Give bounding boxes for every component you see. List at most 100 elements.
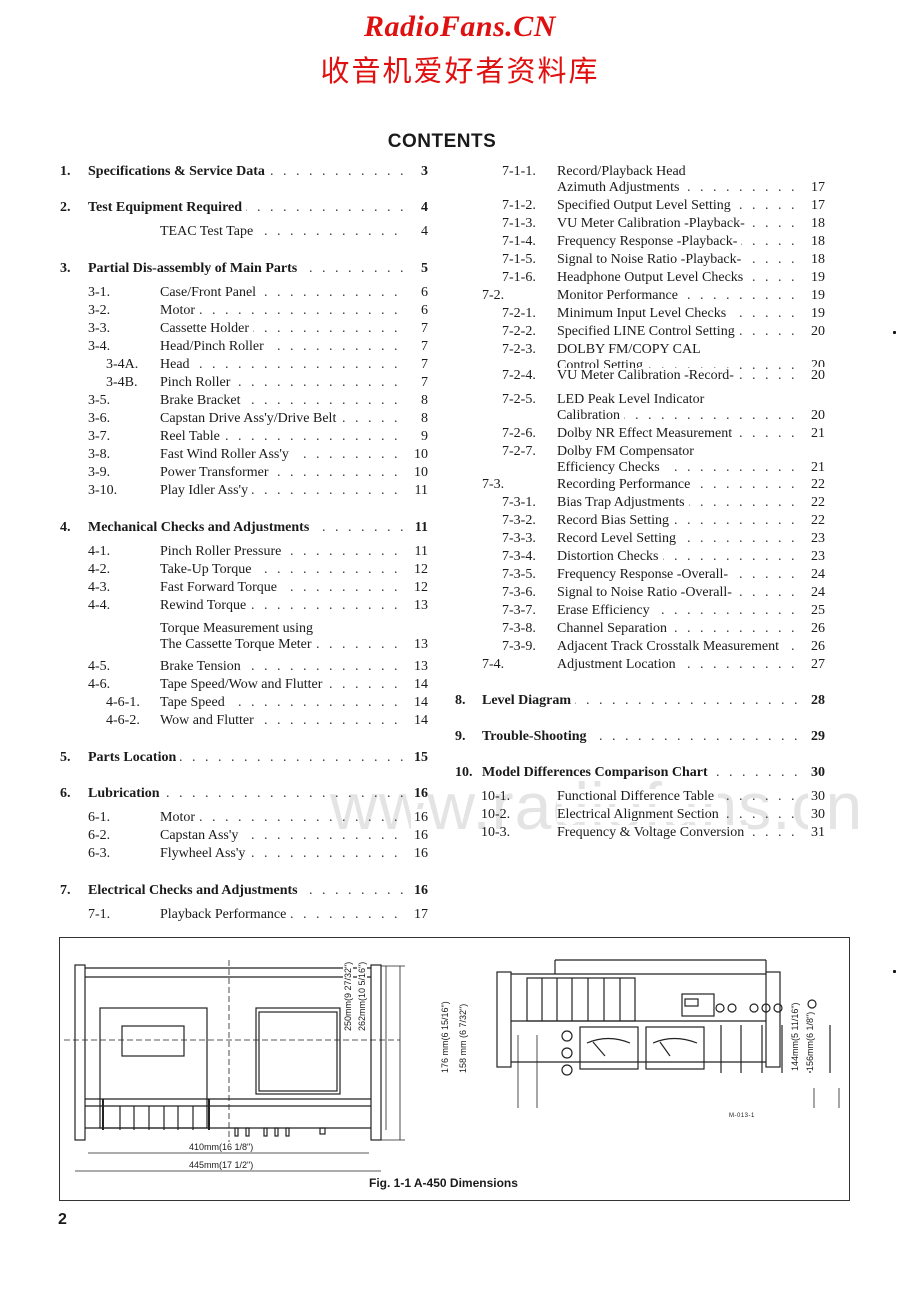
toc-entry[interactable]: 4-5. Brake Tension. . . . . . . . . . . .… [60, 658, 428, 676]
toc-entry-title: Power Transformer [160, 465, 273, 480]
toc-entry-number: 4-1. [88, 544, 111, 559]
toc-entry[interactable]: 6-1. Motor. . . . . . . . . . . . . . . .… [60, 809, 428, 827]
toc-entry[interactable]: 4-2. Take-Up Torque. . . . . . . . . . . … [60, 561, 428, 579]
toc-entry[interactable]: 7-1-6. Headphone Output Level Checks. . .… [482, 269, 825, 287]
toc-entry[interactable]: 5. Parts Location. . . . . . . . . . . . … [60, 749, 428, 767]
toc-entry[interactable]: 3-9. Power Transformer. . . . . . . . . .… [60, 464, 428, 482]
toc-entry[interactable]: 3-10. Play Idler Ass'y. . . . . . . . . .… [60, 482, 428, 500]
toc-entry[interactable]: 3-4. Head/Pinch Roller. . . . . . . . . .… [60, 338, 428, 356]
toc-entry[interactable]: 7-3-4. Distortion Checks. . . . . . . . .… [482, 548, 825, 566]
toc-entry[interactable]: 3-7. Reel Table. . . . . . . . . . . . . … [60, 428, 428, 446]
toc-entry[interactable]: 7. Electrical Checks and Adjustments. . .… [60, 882, 428, 900]
toc-entry-page: 22 [808, 476, 825, 494]
toc-entry[interactable]: 10-3. Frequency & Voltage Conversion. . .… [481, 824, 825, 842]
toc-entry-page: 16 [411, 845, 428, 863]
toc-entry[interactable]: 7-2-2. Specified LINE Control Setting. . … [482, 323, 825, 341]
toc-entry-number: 10-2. [481, 807, 511, 822]
toc-entry[interactable]: 8. Level Diagram. . . . . . . . . . . . .… [455, 692, 825, 710]
toc-entry[interactable]: 4-1. Pinch Roller Pressure. . . . . . . .… [60, 543, 428, 561]
toc-entry[interactable]: 9. Trouble-Shooting. . . . . . . . . . . … [455, 728, 825, 746]
toc-entry-title: Erase Efficiency [557, 603, 654, 618]
toc-entry[interactable]: 3-2. Motor. . . . . . . . . . . . . . . .… [60, 302, 428, 320]
toc-entry[interactable]: 7-3-6. Signal to Noise Ratio -Overall-. .… [482, 584, 825, 602]
toc-entry-number: 3-7. [88, 429, 111, 444]
toc-entry-title: Minimum Input Level Checks [557, 306, 731, 321]
toc-entry[interactable]: 3-1. Case/Front Panel. . . . . . . . . . … [60, 284, 428, 302]
toc-entry-number: 4-2. [88, 562, 111, 577]
toc-entry[interactable]: 7-3-7. Erase Efficiency. . . . . . . . . … [482, 602, 825, 620]
toc-entry[interactable]: 7-3-5. Frequency Response -Overall-. . . … [482, 566, 825, 584]
toc-entry-number: 4-3. [88, 580, 111, 595]
toc-entry[interactable]: 7-3-2. Record Bias Setting. . . . . . . .… [482, 512, 825, 530]
toc-entry-number: 3-4. [88, 339, 111, 354]
toc-entry[interactable]: 7-1-5. Signal to Noise Ratio -Playback-. … [482, 251, 825, 269]
toc-entry[interactable]: 3-5. Brake Bracket. . . . . . . . . . . .… [60, 392, 428, 410]
toc-entry[interactable]: 3-4B. Pinch Roller. . . . . . . . . . . .… [60, 374, 428, 392]
toc-entry[interactable]: 7-3. Recording Performance. . . . . . . .… [482, 476, 825, 494]
toc-entry-number: 7-3-4. [502, 549, 536, 564]
toc-entry[interactable]: 4-4. Rewind Torque. . . . . . . . . . . .… [60, 597, 428, 615]
toc-entry-title: Motor [160, 810, 199, 825]
toc-entry-page: 14 [411, 676, 428, 694]
toc-entry-number: 7-3-9. [502, 639, 536, 654]
toc-entry[interactable]: 6-2. Capstan Ass'y. . . . . . . . . . . .… [60, 827, 428, 845]
toc-entry[interactable]: 4-6. Tape Speed/Wow and Flutter. . . . . … [60, 676, 428, 694]
toc-entry-number: 3-3. [88, 321, 111, 336]
toc-entry[interactable]: 6. Lubrication. . . . . . . . . . . . . .… [60, 785, 428, 803]
toc-entry-title: Signal to Noise Ratio -Playback- [557, 252, 746, 267]
toc-entry[interactable]: 4. Mechanical Checks and Adjustments. . .… [60, 519, 428, 537]
toc-entry[interactable]: 7-2-7. Dolby FM Compensator Efficiency Che… [482, 443, 825, 477]
toc-entry[interactable]: 1. Specifications & Service Data. . . . .… [60, 163, 428, 181]
toc-entry-number: 7-1-1. [502, 164, 536, 179]
toc-entry[interactable]: 7-3-8. Channel Separation. . . . . . . . … [482, 620, 825, 638]
toc-entry-page: 4 [418, 223, 428, 241]
toc-entry-title: Adjacent Track Crosstalk Measurement [557, 639, 784, 654]
toc-entry[interactable]: 10-2. Electrical Alignment Section. . . .… [481, 806, 825, 824]
toc-entry-title: Signal to Noise Ratio -Overall- [557, 585, 736, 600]
toc-entry[interactable]: 3-3. Cassette Holder. . . . . . . . . . .… [60, 320, 428, 338]
toc-entry[interactable]: 3-6. Capstan Drive Ass'y/Drive Belt. . . … [60, 410, 428, 428]
toc-entry-title: Distortion Checks [557, 549, 663, 564]
toc-entry-page: 31 [808, 824, 825, 842]
toc-entry[interactable]: 7-2-1. Minimum Input Level Checks. . . . … [482, 305, 825, 323]
toc-entry[interactable]: 7-1. Playback Performance. . . . . . . . … [60, 906, 428, 924]
toc-entry[interactable]: Torque Measurement using The Cassette Tor… [60, 620, 428, 654]
toc-entry[interactable]: 4-6-2. Wow and Flutter. . . . . . . . . .… [60, 712, 428, 730]
toc-entry-number: 7-2-7. [502, 444, 536, 459]
toc-entry[interactable]: 4-3. Fast Forward Torque. . . . . . . . .… [60, 579, 428, 597]
toc-entry[interactable]: 3. Partial Dis-assembly of Main Parts. . … [60, 260, 428, 278]
toc-entry[interactable]: 7-2. Monitor Performance. . . . . . . . .… [482, 287, 825, 305]
toc-entry-title: Playback Performance [160, 907, 291, 922]
toc-entry-title: Tape Speed/Wow and Flutter [160, 677, 327, 692]
height-right-outer-label: 156mm(6 1/8") [805, 1011, 815, 1071]
toc-entry[interactable]: 10. Model Differences Comparison Chart. .… [455, 764, 825, 782]
toc-entry[interactable]: 10-1. Functional Difference Table. . . . … [481, 788, 825, 806]
toc-entry-number: 6-2. [88, 828, 111, 843]
toc-entry[interactable]: 3-8. Fast Wind Roller Ass'y. . . . . . . … [60, 446, 428, 464]
toc-entry[interactable]: TEAC Test Tape. . . . . . . . . . . . . … [60, 223, 428, 241]
toc-entry[interactable]: 7-1-1. Record/Playback Head Azimuth Adjust… [482, 163, 825, 197]
top-view-drawing [64, 960, 405, 1172]
toc-entry[interactable]: 7-1-4. Frequency Response -Playback-. . .… [482, 233, 825, 251]
toc-entry[interactable]: 4-6-1. Tape Speed. . . . . . . . . . . . … [60, 694, 428, 712]
toc-entry[interactable]: 7-3-9. Adjacent Track Crosstalk Measureme… [482, 638, 825, 656]
toc-entry[interactable]: 7-2-4. VU Meter Calibration -Record-. . .… [482, 367, 825, 385]
toc-entry[interactable]: 7-4. Adjustment Location. . . . . . . . .… [482, 656, 825, 674]
toc-entry-number: 7-2-2. [502, 324, 536, 339]
toc-leader-dots: . . . . . . . . . . . . . . . . . . . . … [160, 357, 406, 372]
toc-entry[interactable]: 7-1-2. Specified Output Level Setting. . … [482, 197, 825, 215]
toc-entry[interactable]: 2. Test Equipment Required. . . . . . . .… [60, 199, 428, 217]
toc-entry[interactable]: 3-4A. Head. . . . . . . . . . . . . . . .… [60, 356, 428, 374]
toc-entry[interactable]: 7-1-3. VU Meter Calibration -Playback-. .… [482, 215, 825, 233]
toc-entry[interactable]: 7-2-6. Dolby NR Effect Measurement. . . .… [482, 425, 825, 443]
toc-entry[interactable]: 7-3-1. Bias Trap Adjustments. . . . . . .… [482, 494, 825, 512]
toc-entry-number: 7-3. [482, 477, 505, 492]
toc-entry[interactable]: 7-3-3. Record Level Setting. . . . . . . … [482, 530, 825, 548]
toc-entry-page: 26 [808, 638, 825, 656]
toc-entry-number: 3-2. [88, 303, 111, 318]
toc-entry[interactable]: 7-2-5. LED Peak Level Indicator Calibratio… [482, 391, 825, 425]
toc-entry-page: 20 [808, 367, 825, 385]
toc-entry-number: 3-9. [88, 465, 111, 480]
toc-entry-page: 14 [411, 712, 428, 730]
toc-entry[interactable]: 6-3. Flywheel Ass'y. . . . . . . . . . . … [60, 845, 428, 863]
